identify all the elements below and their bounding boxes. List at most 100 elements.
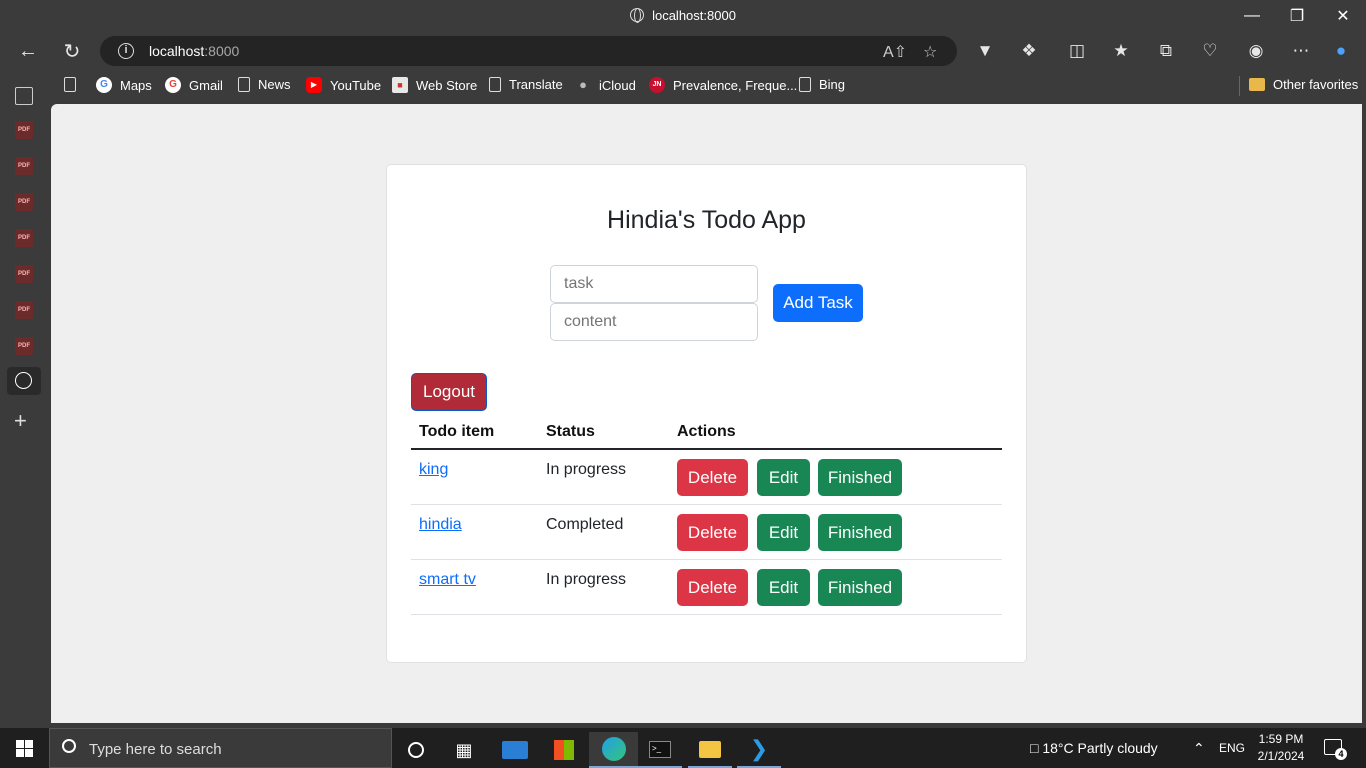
google-icon: G <box>96 77 112 93</box>
refresh-button[interactable]: ↻ <box>55 34 89 68</box>
extensions-icon[interactable]: ❖ <box>1018 41 1040 61</box>
pdf-tab-icon[interactable]: PDF <box>15 301 33 319</box>
favorite-star-icon[interactable]: ☆ <box>923 42 937 62</box>
bookmark-blank[interactable] <box>64 77 84 92</box>
browser-essentials-icon[interactable]: ♡ <box>1199 41 1221 61</box>
info-icon[interactable]: i <box>118 43 134 59</box>
bookmark-prevalence[interactable]: JN Prevalence, Freque... <box>649 77 797 93</box>
todo-item-link[interactable]: king <box>419 461 448 478</box>
extension-m-icon[interactable]: ▼ <box>974 41 996 61</box>
restore-button[interactable]: ❐ <box>1274 0 1320 32</box>
pdf-tab-icon[interactable]: PDF <box>15 193 33 211</box>
read-aloud-icon[interactable]: A⇧ <box>883 42 907 62</box>
edge-icon[interactable] <box>589 732 638 768</box>
finished-button[interactable]: Finished <box>818 569 902 606</box>
terminal-icon[interactable]: >_ <box>638 732 682 768</box>
bookmark-youtube[interactable]: ▶ YouTube <box>306 77 381 93</box>
new-tab-plus-icon[interactable]: + <box>14 410 27 432</box>
globe-icon <box>630 8 645 23</box>
pdf-tab-icon[interactable]: PDF <box>15 121 33 139</box>
bookmark-gmail[interactable]: G Gmail <box>165 77 223 93</box>
task-input[interactable] <box>550 265 758 303</box>
store-icon[interactable] <box>542 732 586 768</box>
edit-button[interactable]: Edit <box>757 459 810 496</box>
add-task-button[interactable]: Add Task <box>773 284 863 322</box>
table-row-item[interactable]: king <box>419 461 448 479</box>
browser-toolbar: ← ↻ i localhost:8000 A⇧ ☆ ▼ ❖ ◫ ★ ⧉ ♡ ◉ … <box>0 32 1366 70</box>
vscode-icon[interactable]: ❯ <box>737 732 781 768</box>
bookmark-bing[interactable]: Bing <box>799 77 845 92</box>
row-divider <box>411 614 1002 615</box>
logout-button[interactable]: Logout <box>411 373 487 411</box>
todo-item-link[interactable]: smart tv <box>419 571 476 588</box>
bookmark-news[interactable]: News <box>238 77 291 92</box>
page-viewport: Hindia's Todo App Add Task Logout Todo i… <box>51 104 1362 723</box>
collections-icon[interactable]: ⧉ <box>1155 41 1177 61</box>
google-icon: G <box>165 77 181 93</box>
close-window-button[interactable]: ✕ <box>1320 0 1366 32</box>
tray-overflow-icon[interactable]: ⌃ <box>1193 740 1205 757</box>
active-tab[interactable] <box>7 367 41 395</box>
edit-button[interactable]: Edit <box>757 514 810 551</box>
tab-actions-icon[interactable] <box>15 87 33 105</box>
folder-icon <box>1249 78 1265 91</box>
delete-button[interactable]: Delete <box>677 569 748 606</box>
column-header-status: Status <box>546 423 595 440</box>
clock[interactable]: 1:59 PM 2/1/2024 <box>1257 732 1305 763</box>
delete-button[interactable]: Delete <box>677 514 748 551</box>
notification-count-badge: 4 <box>1335 748 1347 760</box>
jn-icon: JN <box>649 77 665 93</box>
pdf-tab-icon[interactable]: PDF <box>15 157 33 175</box>
youtube-icon: ▶ <box>306 77 322 93</box>
bookmark-icloud[interactable]: ● iCloud <box>575 77 636 93</box>
more-menu-icon[interactable]: ⋯ <box>1290 41 1312 61</box>
bing-copilot-icon[interactable]: ● <box>1330 41 1352 61</box>
url-text[interactable]: localhost:8000 <box>149 43 239 59</box>
task-view-icon[interactable]: ▦ <box>442 732 486 768</box>
column-header-todo-item: Todo item <box>419 423 495 440</box>
table-row-status: Completed <box>546 516 624 533</box>
bookmark-translate[interactable]: Translate <box>489 77 563 92</box>
cortana-icon[interactable] <box>394 732 438 768</box>
notifications-icon[interactable]: 4 <box>1324 739 1347 760</box>
page-title: Hindia's Todo App <box>607 206 806 234</box>
window-title: localhost:8000 <box>0 8 1366 23</box>
weather-icon: □ <box>1030 740 1039 756</box>
mail-icon[interactable] <box>493 732 537 768</box>
document-icon <box>238 77 250 92</box>
bookmark-webstore[interactable]: ■ Web Store <box>392 77 477 93</box>
pdf-tab-icon[interactable]: PDF <box>15 265 33 283</box>
todo-item-link[interactable]: hindia <box>419 516 462 533</box>
taskbar-search[interactable]: Type here to search <box>49 728 392 768</box>
finished-button[interactable]: Finished <box>818 459 902 496</box>
finished-button[interactable]: Finished <box>818 514 902 551</box>
edit-button[interactable]: Edit <box>757 569 810 606</box>
table-row-status: In progress <box>546 461 627 478</box>
bookmark-maps[interactable]: G Maps <box>96 77 152 93</box>
content-input[interactable] <box>550 303 758 341</box>
language-indicator[interactable]: ENG <box>1219 741 1245 755</box>
address-bar[interactable]: i localhost:8000 A⇧ ☆ <box>100 36 957 66</box>
bookmarks-bar: G Maps G Gmail News ▶ YouTube ■ Web Store Tr… <box>50 70 1366 102</box>
minimize-button[interactable]: — <box>1229 0 1275 32</box>
row-divider <box>411 504 1002 505</box>
row-divider <box>411 559 1002 560</box>
delete-button[interactable]: Delete <box>677 459 748 496</box>
pdf-tab-icon[interactable]: PDF <box>15 337 33 355</box>
back-button[interactable]: ← <box>11 34 45 68</box>
windows-start-icon[interactable] <box>16 740 33 757</box>
document-icon <box>489 77 501 92</box>
favorites-icon[interactable]: ★ <box>1110 41 1132 61</box>
profile-avatar[interactable]: ◉ <box>1245 41 1267 61</box>
weather-widget[interactable]: □ 18°C Partly cloudy <box>1030 740 1158 756</box>
document-icon <box>799 77 811 92</box>
todo-card: Hindia's Todo App Add Task Logout Todo i… <box>386 164 1027 663</box>
split-screen-icon[interactable]: ◫ <box>1066 41 1088 61</box>
search-icon <box>62 739 76 753</box>
pdf-tab-icon[interactable]: PDF <box>15 229 33 247</box>
table-row-item[interactable]: hindia <box>419 516 462 534</box>
table-row-status: In progress <box>546 571 627 588</box>
table-row-item[interactable]: smart tv <box>419 571 476 589</box>
file-explorer-icon[interactable] <box>688 732 732 768</box>
other-favorites[interactable]: Other favorites <box>1249 77 1358 92</box>
